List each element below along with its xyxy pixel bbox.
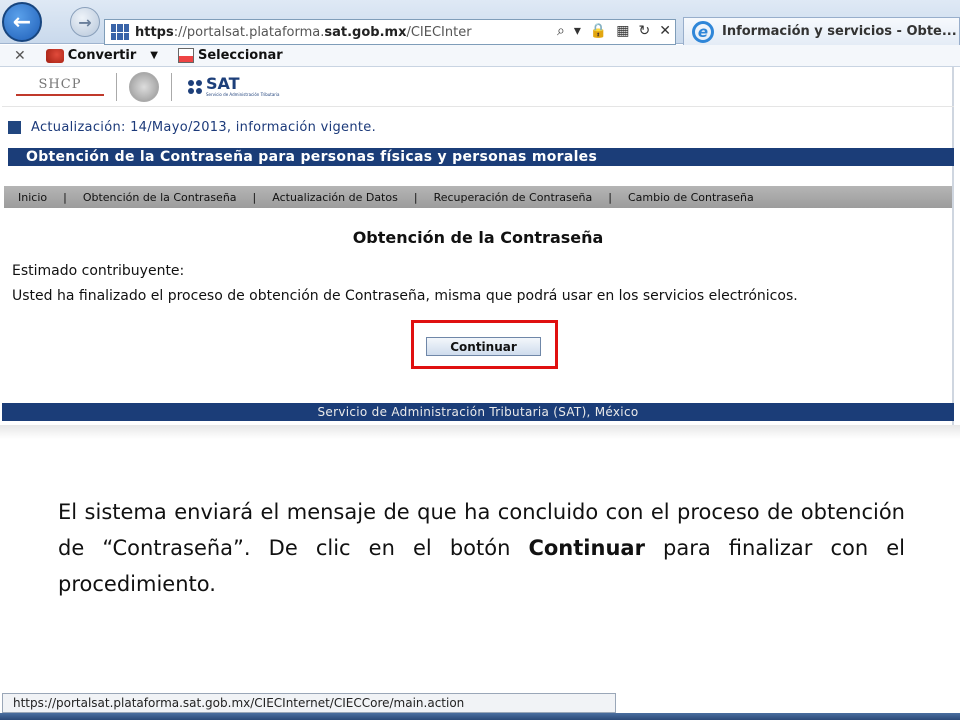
government-header: SHCP SAT Servicio de Administración Trib… xyxy=(2,67,954,107)
lock-icon[interactable]: 🔒 xyxy=(590,23,607,39)
status-bar: https://portalsat.plataforma.sat.gob.mx/… xyxy=(2,693,616,713)
refresh-icon[interactable]: ↻ xyxy=(639,23,651,39)
pdf-convert-icon xyxy=(45,48,64,63)
header-divider xyxy=(116,72,117,101)
stop-icon[interactable]: ✕ xyxy=(659,23,671,39)
ie-logo-icon: e xyxy=(692,20,714,43)
menu-separator: | xyxy=(608,190,612,204)
continue-button[interactable]: Continuar xyxy=(426,337,541,356)
square-bullet-icon xyxy=(8,121,21,134)
page-title: Obtención de la Contraseña xyxy=(352,228,604,247)
convert-button[interactable]: Convertir xyxy=(45,48,136,63)
browser-toolbar: ← → https://portalsat.plataforma.sat.gob… xyxy=(0,0,960,45)
select-icon xyxy=(177,48,194,63)
national-seal-icon xyxy=(129,71,159,102)
menu-separator: | xyxy=(63,190,67,204)
arrow-right-icon: → xyxy=(78,12,92,32)
dropdown-icon[interactable]: ▾ xyxy=(574,23,581,39)
greeting-text: Estimado contribuyente: xyxy=(12,263,185,279)
instruction-caption: El sistema enviará el mensaje de que ha … xyxy=(58,500,905,596)
page-footer: Servicio de Administración Tributaria (S… xyxy=(2,403,954,421)
site-favicon-icon xyxy=(111,24,129,40)
menu-separator: | xyxy=(252,190,257,204)
menu-item-actualizacion[interactable]: Actualización de Datos xyxy=(268,191,402,204)
tab-title: Información y servicios - Obte... xyxy=(722,24,957,39)
chevron-down-icon[interactable]: ▼ xyxy=(150,50,158,61)
nav-menu: Inicio | Obtención de la Contraseña | Ac… xyxy=(4,186,952,208)
menu-item-obtencion[interactable]: Obtención de la Contraseña xyxy=(79,191,241,204)
back-button[interactable]: ← xyxy=(2,2,42,42)
forward-button[interactable]: → xyxy=(70,7,100,37)
close-icon[interactable]: ✕ xyxy=(14,48,26,64)
taskbar xyxy=(0,713,960,720)
menu-separator: | xyxy=(413,190,418,204)
select-button[interactable]: Seleccionar xyxy=(177,48,283,63)
web-page: SHCP SAT Servicio de Administración Trib… xyxy=(2,67,954,425)
search-icon[interactable]: ⌕ xyxy=(557,23,565,39)
menu-item-recuperacion[interactable]: Recuperación de Contraseña xyxy=(430,191,597,204)
update-notice: Actualización: 14/Mayo/2013, información… xyxy=(8,120,376,135)
screenshot-shadow xyxy=(0,425,960,439)
header-divider xyxy=(171,72,172,101)
compatibility-icon[interactable]: ▦ xyxy=(616,23,629,39)
completion-message: Usted ha finalizado el proceso de obtenc… xyxy=(12,288,798,304)
section-title: Obtención de la Contraseña para personas… xyxy=(8,148,954,166)
menu-item-inicio[interactable]: Inicio xyxy=(14,191,51,204)
menu-item-cambio[interactable]: Cambio de Contraseña xyxy=(624,191,758,204)
command-bar: ✕ Convertir ▼ Seleccionar xyxy=(0,45,960,67)
sat-dots-icon xyxy=(188,79,202,94)
arrow-left-icon: ← xyxy=(12,9,32,35)
sat-logo: SAT Servicio de Administración Tributari… xyxy=(188,76,280,97)
browser-tab[interactable]: e Información y servicios - Obte... xyxy=(683,17,960,45)
address-url: https://portalsat.plataforma.sat.gob.mx/… xyxy=(135,24,472,40)
address-tools: ⌕ ▾ 🔒 ▦ ↻ ✕ xyxy=(552,23,671,39)
address-bar[interactable]: https://portalsat.plataforma.sat.gob.mx/… xyxy=(104,19,676,45)
shcp-logo: SHCP xyxy=(16,77,104,96)
